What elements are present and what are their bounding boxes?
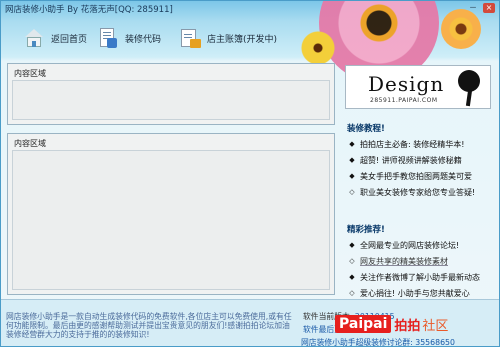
tutorial-link[interactable]: ◇ 职业美女装修专家给您专业答疑!	[347, 184, 497, 200]
recommend-link[interactable]: ◆ 全网最专业的网店装修论坛!	[347, 237, 497, 253]
ledger-icon	[179, 27, 201, 49]
diamond-outline-bullet-icon: ◇	[349, 257, 355, 265]
home-button-label: 返回首页	[51, 34, 88, 45]
toolbar: 返回首页 装修代码 店主账簿(开发中)	[1, 21, 301, 57]
store-ledger-button[interactable]: 店主账簿(开发中)	[179, 23, 277, 53]
design-logo[interactable]: Design 285911.PAIPAI.COM	[345, 65, 491, 109]
paipai-community-logo[interactable]: Paipai 拍拍 社区	[335, 314, 448, 334]
diamond-outline-bullet-icon: ◇	[349, 289, 355, 297]
diamond-outline-bullet-icon: ◇	[349, 188, 355, 196]
tutorials-heading: 装修教程!	[347, 124, 385, 134]
decoration-code-label: 装修代码	[125, 34, 162, 45]
store-ledger-label: 店主账簿(开发中)	[207, 34, 278, 45]
logo-figure-icon	[465, 89, 473, 107]
content-area-top-body[interactable]	[12, 80, 330, 120]
content-area-bottom: 内容区域	[7, 133, 335, 295]
content-area-bottom-body[interactable]	[12, 150, 330, 290]
app-window: 网店装修小助手 By 花落无声[QQ: 285911] － × 返回首页 装修代…	[0, 0, 500, 347]
panel-label: 内容区域	[14, 139, 46, 148]
contact-group-link[interactable]: 网店装修小助手超级装修讨论群: 35568650	[301, 337, 455, 346]
logo-figure-icon	[458, 70, 480, 92]
decorative-flower-image	[441, 9, 481, 49]
footer-description: 网店装修小助手是一款自动生成装修代码的免费软件,各位店主可以免费使用,或有任何功…	[6, 312, 292, 339]
recommend-heading: 精彩推荐!	[347, 225, 385, 235]
recommend-list: ◆ 全网最专业的网店装修论坛! ◇ 网友共享的精美装修素材 ◆ 关注作者微博了解小助手…	[347, 237, 497, 301]
title-bar: 网店装修小助手 By 花落无声[QQ: 285911] － ×	[1, 1, 499, 15]
decoration-code-button[interactable]: 装修代码	[97, 23, 161, 53]
close-button[interactable]: ×	[483, 3, 495, 13]
tutorial-link[interactable]: ◆ 超赞! 讲师视频讲解装修秘籍	[347, 152, 497, 168]
panel-label: 内容区域	[14, 69, 46, 78]
diamond-bullet-icon: ◆	[349, 140, 355, 148]
home-icon	[23, 27, 45, 49]
diamond-bullet-icon: ◆	[349, 241, 355, 249]
diamond-bullet-icon: ◆	[349, 156, 355, 164]
brand-community: 社区	[422, 318, 449, 334]
recommend-link[interactable]: ◆ 关注作者微博了解小助手最新动态	[347, 269, 497, 285]
diamond-bullet-icon: ◆	[349, 273, 355, 281]
window-title: 网店装修小助手 By 花落无声[QQ: 285911]	[5, 5, 173, 15]
diamond-bullet-icon: ◆	[349, 172, 355, 180]
brand-paipai-cn: 拍拍	[394, 318, 421, 334]
home-button[interactable]: 返回首页	[23, 23, 87, 53]
content-area-top: 内容区域	[7, 63, 335, 125]
brand-paipai: Paipai	[335, 315, 392, 333]
tutorial-link[interactable]: ◆ 美女手把手教您拍图两题美可爱	[347, 168, 497, 184]
document-code-icon	[97, 27, 119, 49]
minimize-button[interactable]: －	[467, 3, 479, 13]
logo-text: Design	[368, 72, 445, 96]
decorative-flower-image	[301, 31, 335, 65]
tutorial-link[interactable]: ◆ 拍拍店主必备: 装修经精华本!	[347, 136, 497, 152]
recommend-link[interactable]: ◇ 网友共享的精美装修素材	[347, 253, 497, 269]
logo-url: 285911.PAIPAI.COM	[370, 97, 438, 104]
tutorials-list: ◆ 拍拍店主必备: 装修经精华本! ◆ 超赞! 讲师视频讲解装修秘籍 ◆ 美女手把手教…	[347, 136, 497, 200]
